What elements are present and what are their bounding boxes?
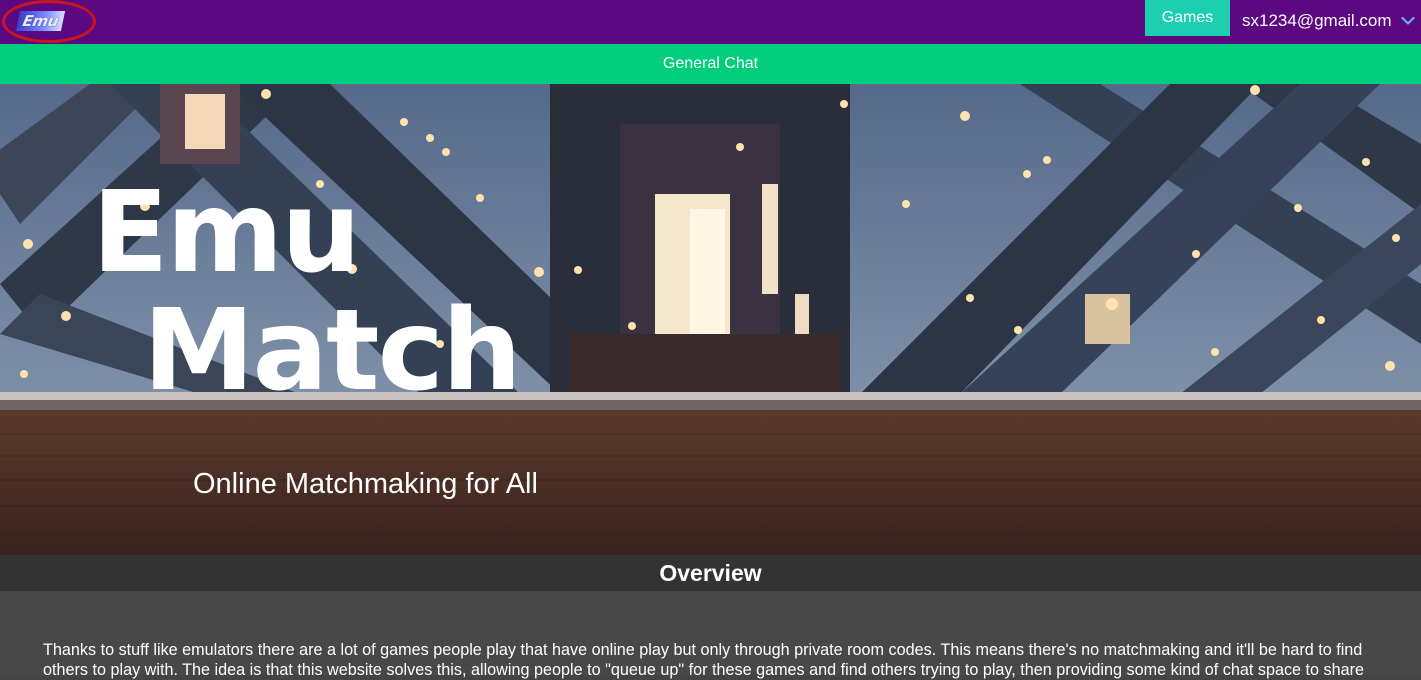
hero-title-line1: Emu xyxy=(92,168,361,298)
general-chat-link[interactable]: General Chat xyxy=(0,44,1421,84)
overview-heading: Overview xyxy=(0,555,1421,591)
logo-text: Emu xyxy=(16,10,66,31)
overview-section: Thanks to stuff like emulators there are… xyxy=(0,591,1421,679)
hero-banner: Emu Match Online Matchmaking for All xyxy=(0,84,1421,555)
top-navbar: Emu Games sx1234@gmail.com xyxy=(0,0,1421,44)
chevron-down-icon xyxy=(1400,16,1415,25)
user-menu[interactable]: sx1234@gmail.com xyxy=(1242,0,1415,42)
user-email: sx1234@gmail.com xyxy=(1242,11,1392,30)
hero-title: Emu Match xyxy=(92,174,522,416)
hero-subtitle: Online Matchmaking for All xyxy=(193,468,538,500)
logo[interactable]: Emu xyxy=(2,0,96,43)
overview-text: Thanks to stuff like emulators there are… xyxy=(43,641,1365,679)
hero-title-line2: Match xyxy=(143,286,522,416)
games-button[interactable]: Games xyxy=(1145,0,1230,36)
